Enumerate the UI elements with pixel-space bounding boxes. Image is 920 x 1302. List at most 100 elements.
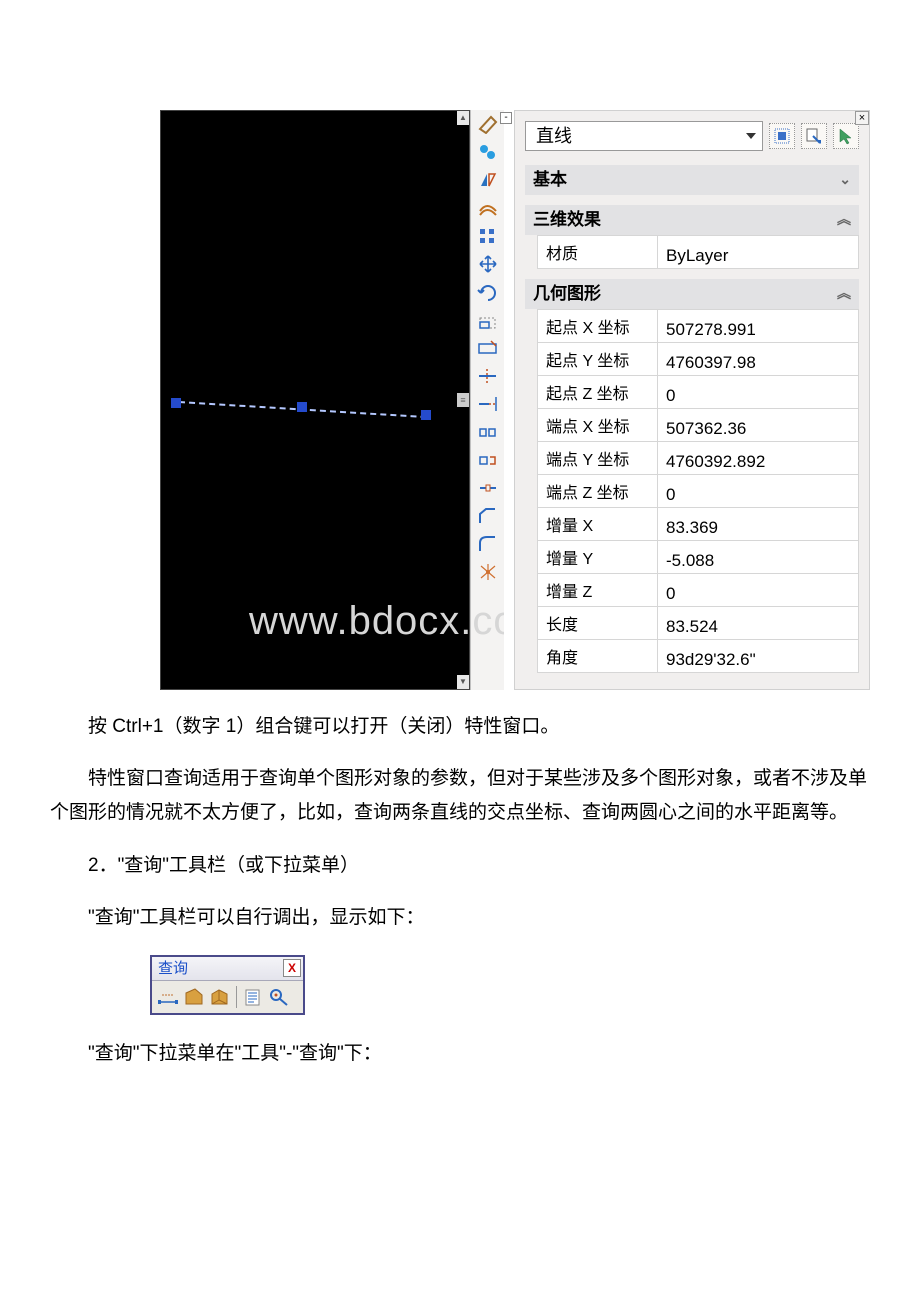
toolbar-separator bbox=[236, 986, 237, 1008]
paragraph-heading: 2．"查询"工具栏（或下拉菜单） bbox=[50, 849, 870, 883]
property-row[interactable]: 角度93d29'32.6" bbox=[538, 639, 858, 672]
properties-panel: × 直线 基本 ⌄ 三维效果 ︽ bbox=[514, 110, 870, 690]
property-value[interactable]: 0 bbox=[658, 475, 858, 507]
stretch-icon[interactable] bbox=[477, 338, 499, 358]
section-title: 三维效果 bbox=[533, 205, 601, 236]
chamfer-icon[interactable] bbox=[477, 506, 499, 526]
property-row[interactable]: 材质 ByLayer bbox=[538, 235, 858, 268]
property-label: 角度 bbox=[538, 640, 658, 672]
property-value[interactable]: 0 bbox=[658, 574, 858, 606]
property-value[interactable]: -5.088 bbox=[658, 541, 858, 573]
rotate-icon[interactable] bbox=[477, 282, 499, 302]
property-row[interactable]: 起点 Y 坐标4760397.98 bbox=[538, 342, 858, 375]
paragraph: 特性窗口查询适用于查询单个图形对象的参数，但对于某些涉及多个图形对象，或者不涉及… bbox=[50, 762, 870, 830]
viewport-scroll-down[interactable]: ▼ bbox=[457, 675, 469, 689]
trim-icon[interactable] bbox=[477, 366, 499, 386]
property-label: 起点 Z 坐标 bbox=[538, 376, 658, 408]
property-label: 起点 Y 坐标 bbox=[538, 343, 658, 375]
quick-select-button[interactable] bbox=[801, 123, 827, 149]
chevron-down-icon bbox=[746, 133, 756, 139]
paragraph: "查询"下拉菜单在"工具"-"查询"下： bbox=[50, 1037, 870, 1071]
select-objects-button[interactable] bbox=[833, 123, 859, 149]
collapse-button-icon[interactable]: - bbox=[500, 112, 512, 124]
property-row[interactable]: 起点 Z 坐标0 bbox=[538, 375, 858, 408]
offset-icon[interactable] bbox=[477, 198, 499, 218]
property-label: 增量 Y bbox=[538, 541, 658, 573]
grip-handle-start[interactable] bbox=[171, 398, 181, 408]
join-icon[interactable] bbox=[477, 478, 499, 498]
break-icon[interactable] bbox=[477, 450, 499, 470]
chevron-up-icon: ︽ bbox=[837, 281, 851, 306]
properties-header: 直线 bbox=[515, 111, 869, 159]
object-type-dropdown[interactable]: 直线 bbox=[525, 121, 763, 151]
chevron-down-icon: ⌄ bbox=[839, 167, 851, 192]
mass-properties-icon[interactable] bbox=[208, 985, 232, 1009]
cad-screenshot: ▲ ≡ ▼ www.bdocx.com - bbox=[160, 110, 870, 690]
query-toolbar: 查询 X bbox=[150, 955, 305, 1015]
array-icon[interactable] bbox=[477, 226, 499, 246]
list-icon[interactable] bbox=[241, 985, 265, 1009]
property-label: 长度 bbox=[538, 607, 658, 639]
property-label: 材质 bbox=[538, 236, 658, 268]
paragraph: 按 Ctrl+1（数字 1）组合键可以打开（关闭）特性窗口。 bbox=[50, 710, 870, 744]
property-value[interactable]: 83.369 bbox=[658, 508, 858, 540]
section-basic-header[interactable]: 基本 ⌄ bbox=[525, 165, 859, 195]
distance-icon[interactable] bbox=[156, 985, 180, 1009]
fillet-icon[interactable] bbox=[477, 534, 499, 554]
query-toolbar-title: 查询 bbox=[154, 955, 283, 982]
drawing-viewport[interactable]: ▲ ≡ ▼ www.bdocx.com bbox=[160, 110, 470, 690]
property-value[interactable]: 83.524 bbox=[658, 607, 858, 639]
object-type-label: 直线 bbox=[536, 120, 572, 152]
viewport-scroll-thumb[interactable]: ≡ bbox=[457, 393, 469, 407]
close-icon[interactable]: × bbox=[855, 111, 869, 125]
property-row[interactable]: 增量 Y-5.088 bbox=[538, 540, 858, 573]
break-at-point-icon[interactable] bbox=[477, 422, 499, 442]
section-geometry-rows: 起点 X 坐标507278.991 起点 Y 坐标4760397.98 起点 Z… bbox=[537, 309, 859, 673]
extend-icon[interactable] bbox=[477, 394, 499, 414]
property-label: 增量 X bbox=[538, 508, 658, 540]
property-row[interactable]: 增量 Z0 bbox=[538, 573, 858, 606]
property-value[interactable]: 507278.991 bbox=[658, 310, 858, 342]
property-row[interactable]: 起点 X 坐标507278.991 bbox=[538, 309, 858, 342]
query-toolbar-titlebar[interactable]: 查询 X bbox=[152, 957, 303, 981]
property-label: 起点 X 坐标 bbox=[538, 310, 658, 342]
copy-icon[interactable] bbox=[477, 142, 499, 162]
selected-line-object[interactable] bbox=[171, 396, 431, 418]
property-row[interactable]: 端点 X 坐标507362.36 bbox=[538, 408, 858, 441]
property-value[interactable]: ByLayer bbox=[658, 236, 858, 268]
viewport-scroll-up[interactable]: ▲ bbox=[457, 111, 469, 125]
chevron-up-icon: ︽ bbox=[837, 207, 851, 232]
property-value[interactable]: 507362.36 bbox=[658, 409, 858, 441]
query-toolbar-buttons bbox=[152, 981, 303, 1013]
explode-icon[interactable] bbox=[477, 562, 499, 582]
section-title: 几何图形 bbox=[533, 279, 601, 310]
property-label: 端点 Z 坐标 bbox=[538, 475, 658, 507]
section-title: 基本 bbox=[533, 165, 567, 196]
paragraph: "查询"工具栏可以自行调出，显示如下： bbox=[50, 901, 870, 935]
grip-handle-mid[interactable] bbox=[297, 402, 307, 412]
scale-icon[interactable] bbox=[477, 310, 499, 330]
mirror-icon[interactable] bbox=[477, 170, 499, 190]
property-row[interactable]: 端点 Y 坐标4760392.892 bbox=[538, 441, 858, 474]
property-row[interactable]: 端点 Z 坐标0 bbox=[538, 474, 858, 507]
locate-point-icon[interactable] bbox=[267, 985, 291, 1009]
area-icon[interactable] bbox=[182, 985, 206, 1009]
section-geometry-header[interactable]: 几何图形 ︽ bbox=[525, 279, 859, 309]
property-value[interactable]: 4760392.892 bbox=[658, 442, 858, 474]
property-row[interactable]: 增量 X83.369 bbox=[538, 507, 858, 540]
erase-icon[interactable] bbox=[477, 114, 499, 134]
property-label: 端点 X 坐标 bbox=[538, 409, 658, 441]
property-value[interactable]: 93d29'32.6" bbox=[658, 640, 858, 672]
section-3d-rows: 材质 ByLayer bbox=[537, 235, 859, 269]
grip-handle-end[interactable] bbox=[421, 410, 431, 420]
property-row[interactable]: 长度83.524 bbox=[538, 606, 858, 639]
close-icon[interactable]: X bbox=[283, 959, 301, 977]
property-label: 端点 Y 坐标 bbox=[538, 442, 658, 474]
section-3d-header[interactable]: 三维效果 ︽ bbox=[525, 205, 859, 235]
move-icon[interactable] bbox=[477, 254, 499, 274]
property-label: 增量 Z bbox=[538, 574, 658, 606]
panel-collapse-gutter[interactable]: - bbox=[504, 110, 514, 690]
toggle-pim-button[interactable] bbox=[769, 123, 795, 149]
property-value[interactable]: 4760397.98 bbox=[658, 343, 858, 375]
property-value[interactable]: 0 bbox=[658, 376, 858, 408]
